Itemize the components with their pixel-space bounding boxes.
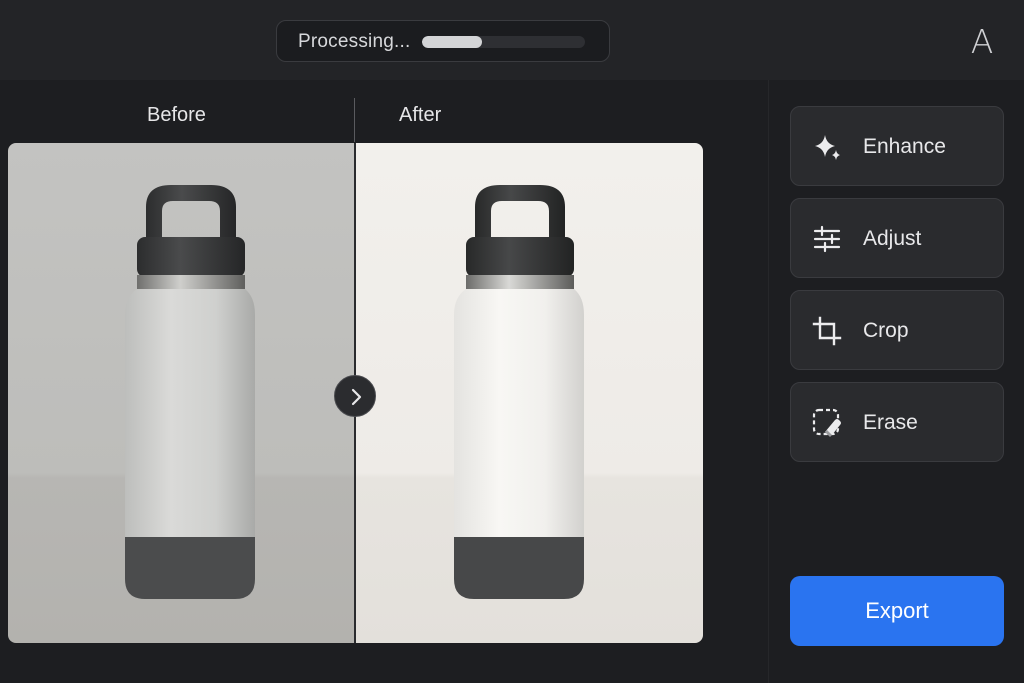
chevron-right-icon bbox=[351, 388, 362, 406]
progress-bar-fill bbox=[422, 36, 483, 48]
compare-slider-handle[interactable] bbox=[334, 375, 376, 417]
enhance-label: Enhance bbox=[863, 135, 946, 158]
label-divider bbox=[354, 98, 355, 142]
adjust-label: Adjust bbox=[863, 227, 922, 250]
progress-bar bbox=[422, 36, 585, 48]
bottle-after-image bbox=[454, 185, 584, 599]
before-label: Before bbox=[147, 104, 206, 126]
processing-label: Processing... bbox=[298, 31, 411, 52]
after-label: After bbox=[399, 104, 442, 126]
processing-status: Processing... bbox=[276, 20, 610, 62]
comparison-canvas: Before After bbox=[0, 80, 768, 683]
eraser-icon bbox=[812, 408, 841, 437]
user-avatar[interactable]: A bbox=[962, 22, 1002, 62]
crop-icon bbox=[812, 316, 842, 346]
erase-button[interactable]: Erase bbox=[790, 382, 1004, 462]
bottle-before-image bbox=[125, 185, 255, 599]
sparkle-icon bbox=[815, 135, 840, 160]
comparison-image[interactable] bbox=[8, 143, 703, 643]
crop-label: Crop bbox=[863, 319, 909, 342]
enhance-button[interactable]: Enhance bbox=[790, 106, 1004, 186]
adjust-button[interactable]: Adjust bbox=[790, 198, 1004, 278]
sliders-icon bbox=[813, 225, 841, 253]
export-label: Export bbox=[865, 598, 929, 623]
top-bar: Processing... A bbox=[0, 0, 1024, 80]
tools-sidebar: Enhance Adjust Crop Erase Export bbox=[768, 80, 1024, 683]
erase-label: Erase bbox=[863, 411, 918, 434]
crop-button[interactable]: Crop bbox=[790, 290, 1004, 370]
export-button[interactable]: Export bbox=[790, 576, 1004, 646]
